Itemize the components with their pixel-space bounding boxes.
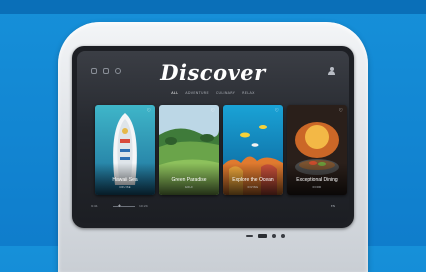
tab-culinary[interactable]: CULINARY — [216, 91, 235, 95]
heart-icon[interactable]: ♡ — [339, 108, 343, 114]
card-title: Exceptional Dining — [296, 177, 338, 183]
audio-jack-icon[interactable] — [281, 234, 285, 238]
card-exceptional-dining[interactable]: ♡ Exceptional Dining FOOD — [287, 105, 347, 195]
card-subtitle: CRUISE — [119, 186, 131, 189]
tab-all[interactable]: ALL — [171, 91, 178, 95]
tab-adventure[interactable]: ADVENTURE — [185, 91, 209, 95]
usb-port-icon[interactable] — [258, 234, 267, 238]
card-title: Green Paradise — [171, 177, 207, 183]
heart-icon[interactable]: ♡ — [275, 108, 279, 114]
audio-jack-icon[interactable] — [272, 234, 276, 238]
card-subtitle: GOLF — [184, 186, 194, 189]
heart-icon[interactable]: ♡ — [211, 108, 215, 114]
card-slot — [246, 235, 253, 237]
plane-icon: ✈ — [118, 203, 122, 208]
progress-track — [113, 206, 135, 207]
category-nav: ALL ADVENTURE CULINARY RELAX — [77, 91, 349, 95]
card-hawaii-sea[interactable]: ♡ Hawaii Sea CRUISE — [95, 105, 155, 195]
arrival-time: 10:24 — [139, 204, 148, 208]
card-title: Hawaii Sea — [112, 177, 138, 183]
background-frame — [0, 0, 426, 14]
card-explore-ocean[interactable]: ♡ Explore the Ocean DIVING — [223, 105, 283, 195]
card-title: Explore the Ocean — [232, 177, 274, 183]
seat-ports — [246, 234, 285, 238]
card-subtitle: FOOD — [312, 186, 322, 189]
card-subtitle: DIVING — [247, 186, 259, 189]
flight-progress-bar: 9:41 ✈ 10:24 EN — [91, 203, 335, 211]
page-title: Discover — [160, 60, 266, 85]
entertainment-screen: Discover ALL ADVENTURE CULINARY RELAX ♡ … — [77, 51, 349, 223]
departure-time: 9:41 — [91, 204, 98, 208]
tab-relax[interactable]: RELAX — [242, 91, 255, 95]
language-label[interactable]: EN — [331, 204, 335, 208]
card-green-paradise[interactable]: ♡ Green Paradise GOLF — [159, 105, 219, 195]
heart-icon[interactable]: ♡ — [147, 108, 151, 114]
